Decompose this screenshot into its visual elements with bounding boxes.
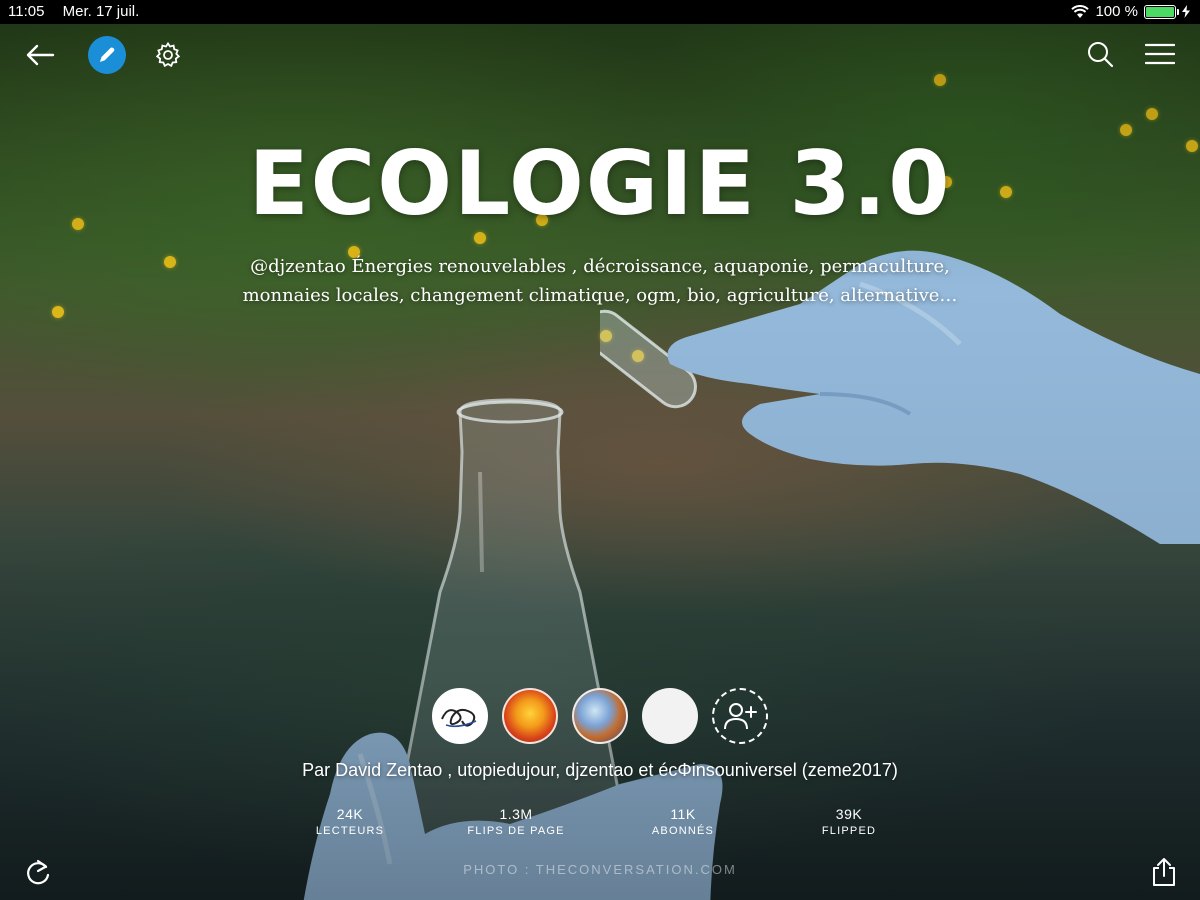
status-right: 100 % bbox=[1071, 3, 1190, 20]
avatar[interactable] bbox=[572, 688, 628, 744]
charging-icon bbox=[1182, 5, 1190, 18]
byline[interactable]: Par David Zentao , utopiedujour, djzenta… bbox=[0, 760, 1200, 781]
contributors-row bbox=[0, 688, 1200, 744]
hamburger-menu-icon bbox=[1145, 43, 1175, 65]
avatar[interactable] bbox=[502, 688, 558, 744]
stat-value: 11K bbox=[670, 806, 696, 822]
share-icon bbox=[1153, 858, 1175, 886]
back-arrow-icon bbox=[26, 44, 55, 66]
settings-button[interactable] bbox=[150, 37, 186, 73]
photo-credit: PHOTO : THECONVERSATION.COM bbox=[463, 862, 737, 877]
magazine-description: @djzentao Énergies renouvelables , décro… bbox=[242, 256, 958, 306]
avatar[interactable] bbox=[642, 688, 698, 744]
stat-label: FLIPS DE PAGE bbox=[467, 825, 565, 837]
menu-button[interactable] bbox=[1142, 36, 1178, 72]
refresh-icon bbox=[27, 859, 50, 885]
share-button[interactable] bbox=[1146, 854, 1182, 890]
stat-page-flips: 1.3M FLIPS DE PAGE bbox=[436, 806, 596, 837]
scribble-logo-icon bbox=[441, 708, 477, 728]
status-date: Mer. 17 juil. bbox=[62, 3, 140, 20]
add-contributor-button[interactable] bbox=[712, 688, 768, 744]
toolbar-left bbox=[22, 36, 186, 74]
stat-value: 39K bbox=[835, 806, 863, 822]
status-bar: 11:05 Mer. 17 juil. 100 % bbox=[0, 0, 1200, 24]
wifi-icon bbox=[1071, 4, 1090, 18]
magazine-title: ECOLOGIE 3.0 bbox=[248, 132, 952, 235]
pencil-icon bbox=[100, 47, 115, 62]
stat-label: ABONNÉS bbox=[651, 825, 715, 837]
edit-button[interactable] bbox=[88, 36, 126, 74]
back-button[interactable] bbox=[22, 37, 58, 73]
battery-percent: 100 % bbox=[1095, 3, 1138, 20]
status-time: 11:05 bbox=[8, 3, 45, 20]
search-icon bbox=[1088, 42, 1114, 68]
stat-readers: 24K LECTEURS bbox=[270, 806, 430, 837]
refresh-button[interactable] bbox=[20, 854, 56, 890]
add-contributor-icon bbox=[724, 703, 757, 730]
stat-value: 24K bbox=[336, 806, 364, 822]
toolbar-right bbox=[1082, 36, 1178, 72]
stat-value: 1.3M bbox=[499, 806, 533, 822]
gear-icon bbox=[155, 41, 181, 68]
stat-label: FLIPPED bbox=[821, 825, 877, 837]
stat-flipped: 39K FLIPPED bbox=[769, 806, 929, 837]
search-button[interactable] bbox=[1082, 36, 1118, 72]
stat-label: LECTEURS bbox=[315, 825, 385, 837]
battery-icon bbox=[1144, 4, 1179, 19]
avatar[interactable] bbox=[432, 688, 488, 744]
stat-followers[interactable]: 11K ABONNÉS bbox=[603, 806, 763, 837]
status-left: 11:05 Mer. 17 juil. bbox=[8, 3, 153, 20]
